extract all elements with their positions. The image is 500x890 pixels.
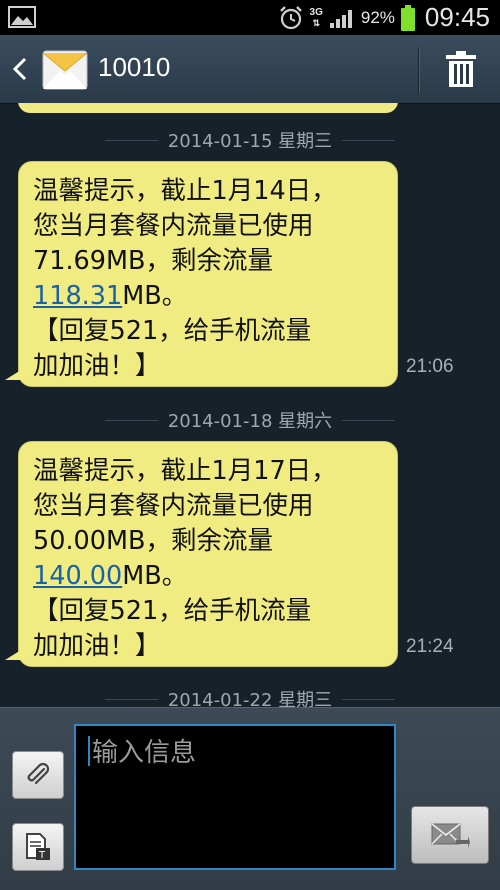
message-line: 71.69MB，剩余流量 xyxy=(33,246,273,276)
message-line: 50.00MB，剩余流量 xyxy=(33,526,273,556)
message-bubble[interactable]: 温馨提示，截止1月17日， 您当月套餐内流量已使用 50.00MB，剩余流量 1… xyxy=(5,441,398,667)
message-time: 21:24 xyxy=(406,636,454,657)
network-indicator: 3G ⇅ xyxy=(309,6,323,28)
alarm-icon xyxy=(279,5,302,29)
conversation-header: 10010 xyxy=(0,35,500,104)
divider xyxy=(105,698,158,700)
status-clock: 09:45 xyxy=(424,2,490,32)
message-line: 【回复521，给手机流量 xyxy=(33,596,312,626)
svg-text:T: T xyxy=(38,850,46,861)
message-line: 加加油！】 xyxy=(33,351,161,381)
message-line: 温馨提示，截止1月17日， xyxy=(33,456,337,486)
amount-link[interactable]: 140.00 xyxy=(33,561,122,591)
date-label: 2014-01-22 星期三 xyxy=(167,690,333,707)
send-button[interactable] xyxy=(411,806,489,864)
message-time: 21:06 xyxy=(406,356,454,377)
message-line: 您当月套餐内流量已使用 xyxy=(33,211,314,241)
template-icon: T xyxy=(26,833,50,861)
message-list[interactable]: 2014-01-15 星期三 温馨提示，截止1月14日， 您当月套餐内流量已使用… xyxy=(0,103,500,707)
message-line: 您当月套餐内流量已使用 xyxy=(33,491,314,521)
message-line: 温馨提示，截止1月14日， xyxy=(33,176,337,206)
template-button[interactable]: T xyxy=(12,823,64,871)
send-icon xyxy=(431,823,470,848)
message-text: MB。 xyxy=(122,281,188,311)
divider xyxy=(105,419,158,421)
network-type: 3G xyxy=(309,6,323,18)
bubble-tail xyxy=(5,650,21,660)
date-separator: 2014-01-15 星期三 xyxy=(0,125,500,155)
input-placeholder: 输入信息 xyxy=(92,738,197,768)
message-line: 140.00MB。 xyxy=(33,559,387,594)
data-arrows-icon: ⇅ xyxy=(312,17,320,28)
message-line: 【回复521，给手机流量 xyxy=(33,316,312,346)
divider xyxy=(105,139,158,141)
text-cursor xyxy=(88,736,90,766)
bubble-tail xyxy=(5,370,21,380)
message-line: 118.31MB。 xyxy=(33,279,387,314)
battery-percent: 92% xyxy=(360,7,395,27)
signal-icon xyxy=(329,9,352,28)
paperclip-icon xyxy=(27,762,50,785)
divider xyxy=(342,419,395,421)
battery-icon xyxy=(400,4,415,31)
divider xyxy=(342,698,395,700)
date-label: 2014-01-15 星期三 xyxy=(167,131,333,152)
envelope-icon xyxy=(42,50,88,90)
message-input[interactable]: 输入信息 xyxy=(74,724,396,870)
date-separator: 2014-01-22 星期三 xyxy=(0,684,500,707)
date-label: 2014-01-18 星期六 xyxy=(167,411,333,432)
header-divider xyxy=(418,47,420,93)
back-arrow-icon[interactable] xyxy=(10,54,30,84)
trash-icon[interactable] xyxy=(444,51,478,87)
message-line: 加加油！】 xyxy=(33,631,161,661)
composer-bar: T 输入信息 xyxy=(0,707,500,890)
divider xyxy=(342,139,395,141)
attach-button[interactable] xyxy=(12,751,64,799)
message-bubble[interactable]: 温馨提示，截止1月14日， 您当月套餐内流量已使用 71.69MB，剩余流量 1… xyxy=(5,161,398,387)
previous-message-bubble[interactable] xyxy=(18,103,398,113)
date-separator: 2014-01-18 星期六 xyxy=(0,405,500,435)
gallery-icon xyxy=(8,6,36,28)
status-bar: 3G ⇅ 92% 09:45 xyxy=(0,0,500,35)
message-text: MB。 xyxy=(122,561,188,591)
amount-link[interactable]: 118.31 xyxy=(33,281,122,311)
contact-title: 10010 xyxy=(98,52,171,82)
